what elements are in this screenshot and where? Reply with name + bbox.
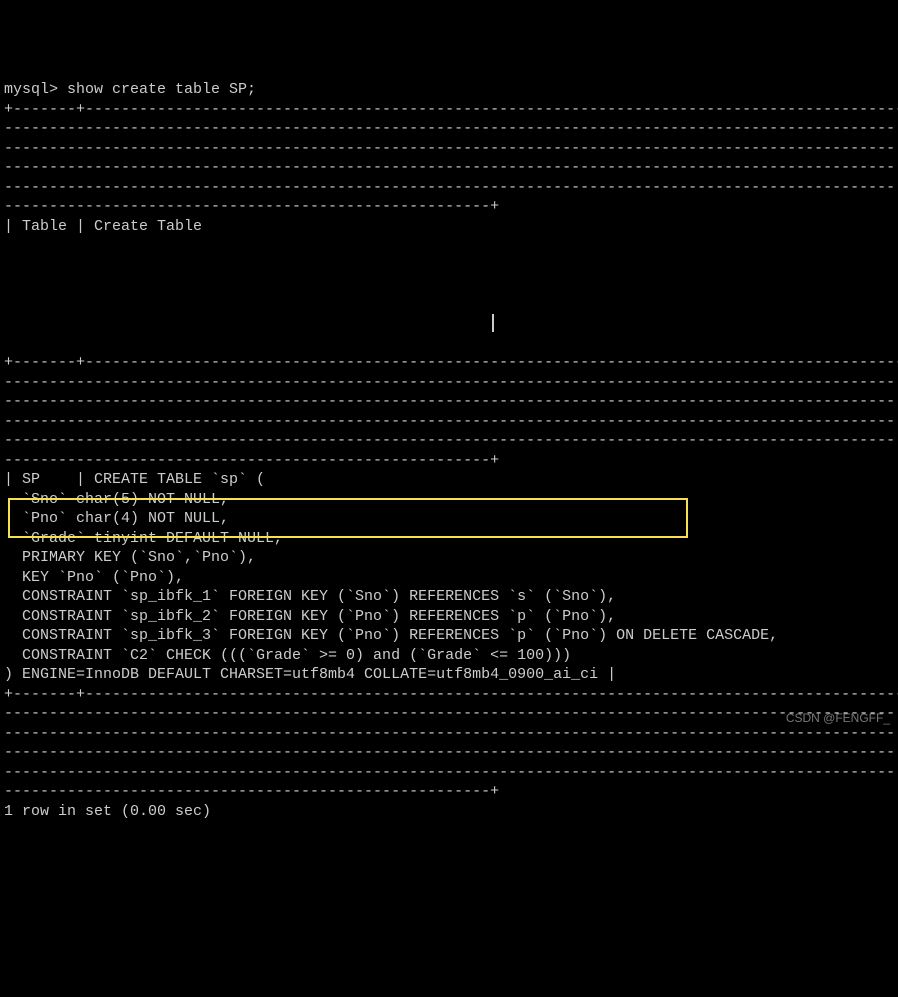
border-line: +-------+-------------------------------…	[4, 354, 898, 371]
key-def: KEY `Pno` (`Pno`),	[4, 569, 184, 586]
border-line: ----------------------------------------…	[4, 744, 895, 761]
watermark: CSDN @FENGFF_	[786, 711, 890, 727]
constraint-def: CONSTRAINT `sp_ibfk_1` FOREIGN KEY (`Sno…	[4, 588, 616, 605]
border-line: +-------+-------------------------------…	[4, 686, 898, 703]
border-line: ----------------------------------------…	[4, 393, 895, 410]
table-header: | Table | Create Table	[4, 218, 202, 235]
column-def: `Grade` tinyint DEFAULT NULL,	[4, 530, 283, 547]
border-line: ----------------------------------------…	[4, 120, 895, 137]
text-cursor	[492, 314, 501, 332]
border-line: ----------------------------------------…	[4, 198, 499, 215]
border-line: ----------------------------------------…	[4, 374, 895, 391]
create-table-start: | SP | CREATE TABLE `sp` (	[4, 471, 265, 488]
constraint-def: CONSTRAINT `sp_ibfk_3` FOREIGN KEY (`Pno…	[4, 627, 778, 644]
border-line: ----------------------------------------…	[4, 413, 895, 430]
constraint-def-highlighted: CONSTRAINT `sp_ibfk_2` FOREIGN KEY (`Pno…	[4, 608, 616, 625]
border-line: ----------------------------------------…	[4, 432, 895, 449]
primary-key: PRIMARY KEY (`Sno`,`Pno`),	[4, 549, 256, 566]
border-line: ----------------------------------------…	[4, 452, 499, 469]
terminal-output: mysql> show create table SP; +-------+--…	[4, 80, 894, 821]
constraint-def: CONSTRAINT `C2` CHECK (((`Grade` >= 0) a…	[4, 647, 571, 664]
engine-def: ) ENGINE=InnoDB DEFAULT CHARSET=utf8mb4 …	[4, 666, 616, 683]
border-line: ----------------------------------------…	[4, 159, 895, 176]
border-line: ----------------------------------------…	[4, 725, 895, 742]
border-line: ----------------------------------------…	[4, 179, 895, 196]
border-line: ----------------------------------------…	[4, 783, 499, 800]
border-line: ----------------------------------------…	[4, 140, 895, 157]
sql-command: show create table SP;	[58, 81, 256, 98]
border-line: +-------+-------------------------------…	[4, 101, 898, 118]
column-def: `Pno` char(4) NOT NULL,	[4, 510, 229, 527]
mysql-prompt[interactable]: mysql>	[4, 81, 58, 98]
border-line: ----------------------------------------…	[4, 705, 895, 722]
border-line: ----------------------------------------…	[4, 764, 895, 781]
column-def: `Sno` char(5) NOT NULL,	[4, 491, 229, 508]
result-line: 1 row in set (0.00 sec)	[4, 803, 211, 820]
